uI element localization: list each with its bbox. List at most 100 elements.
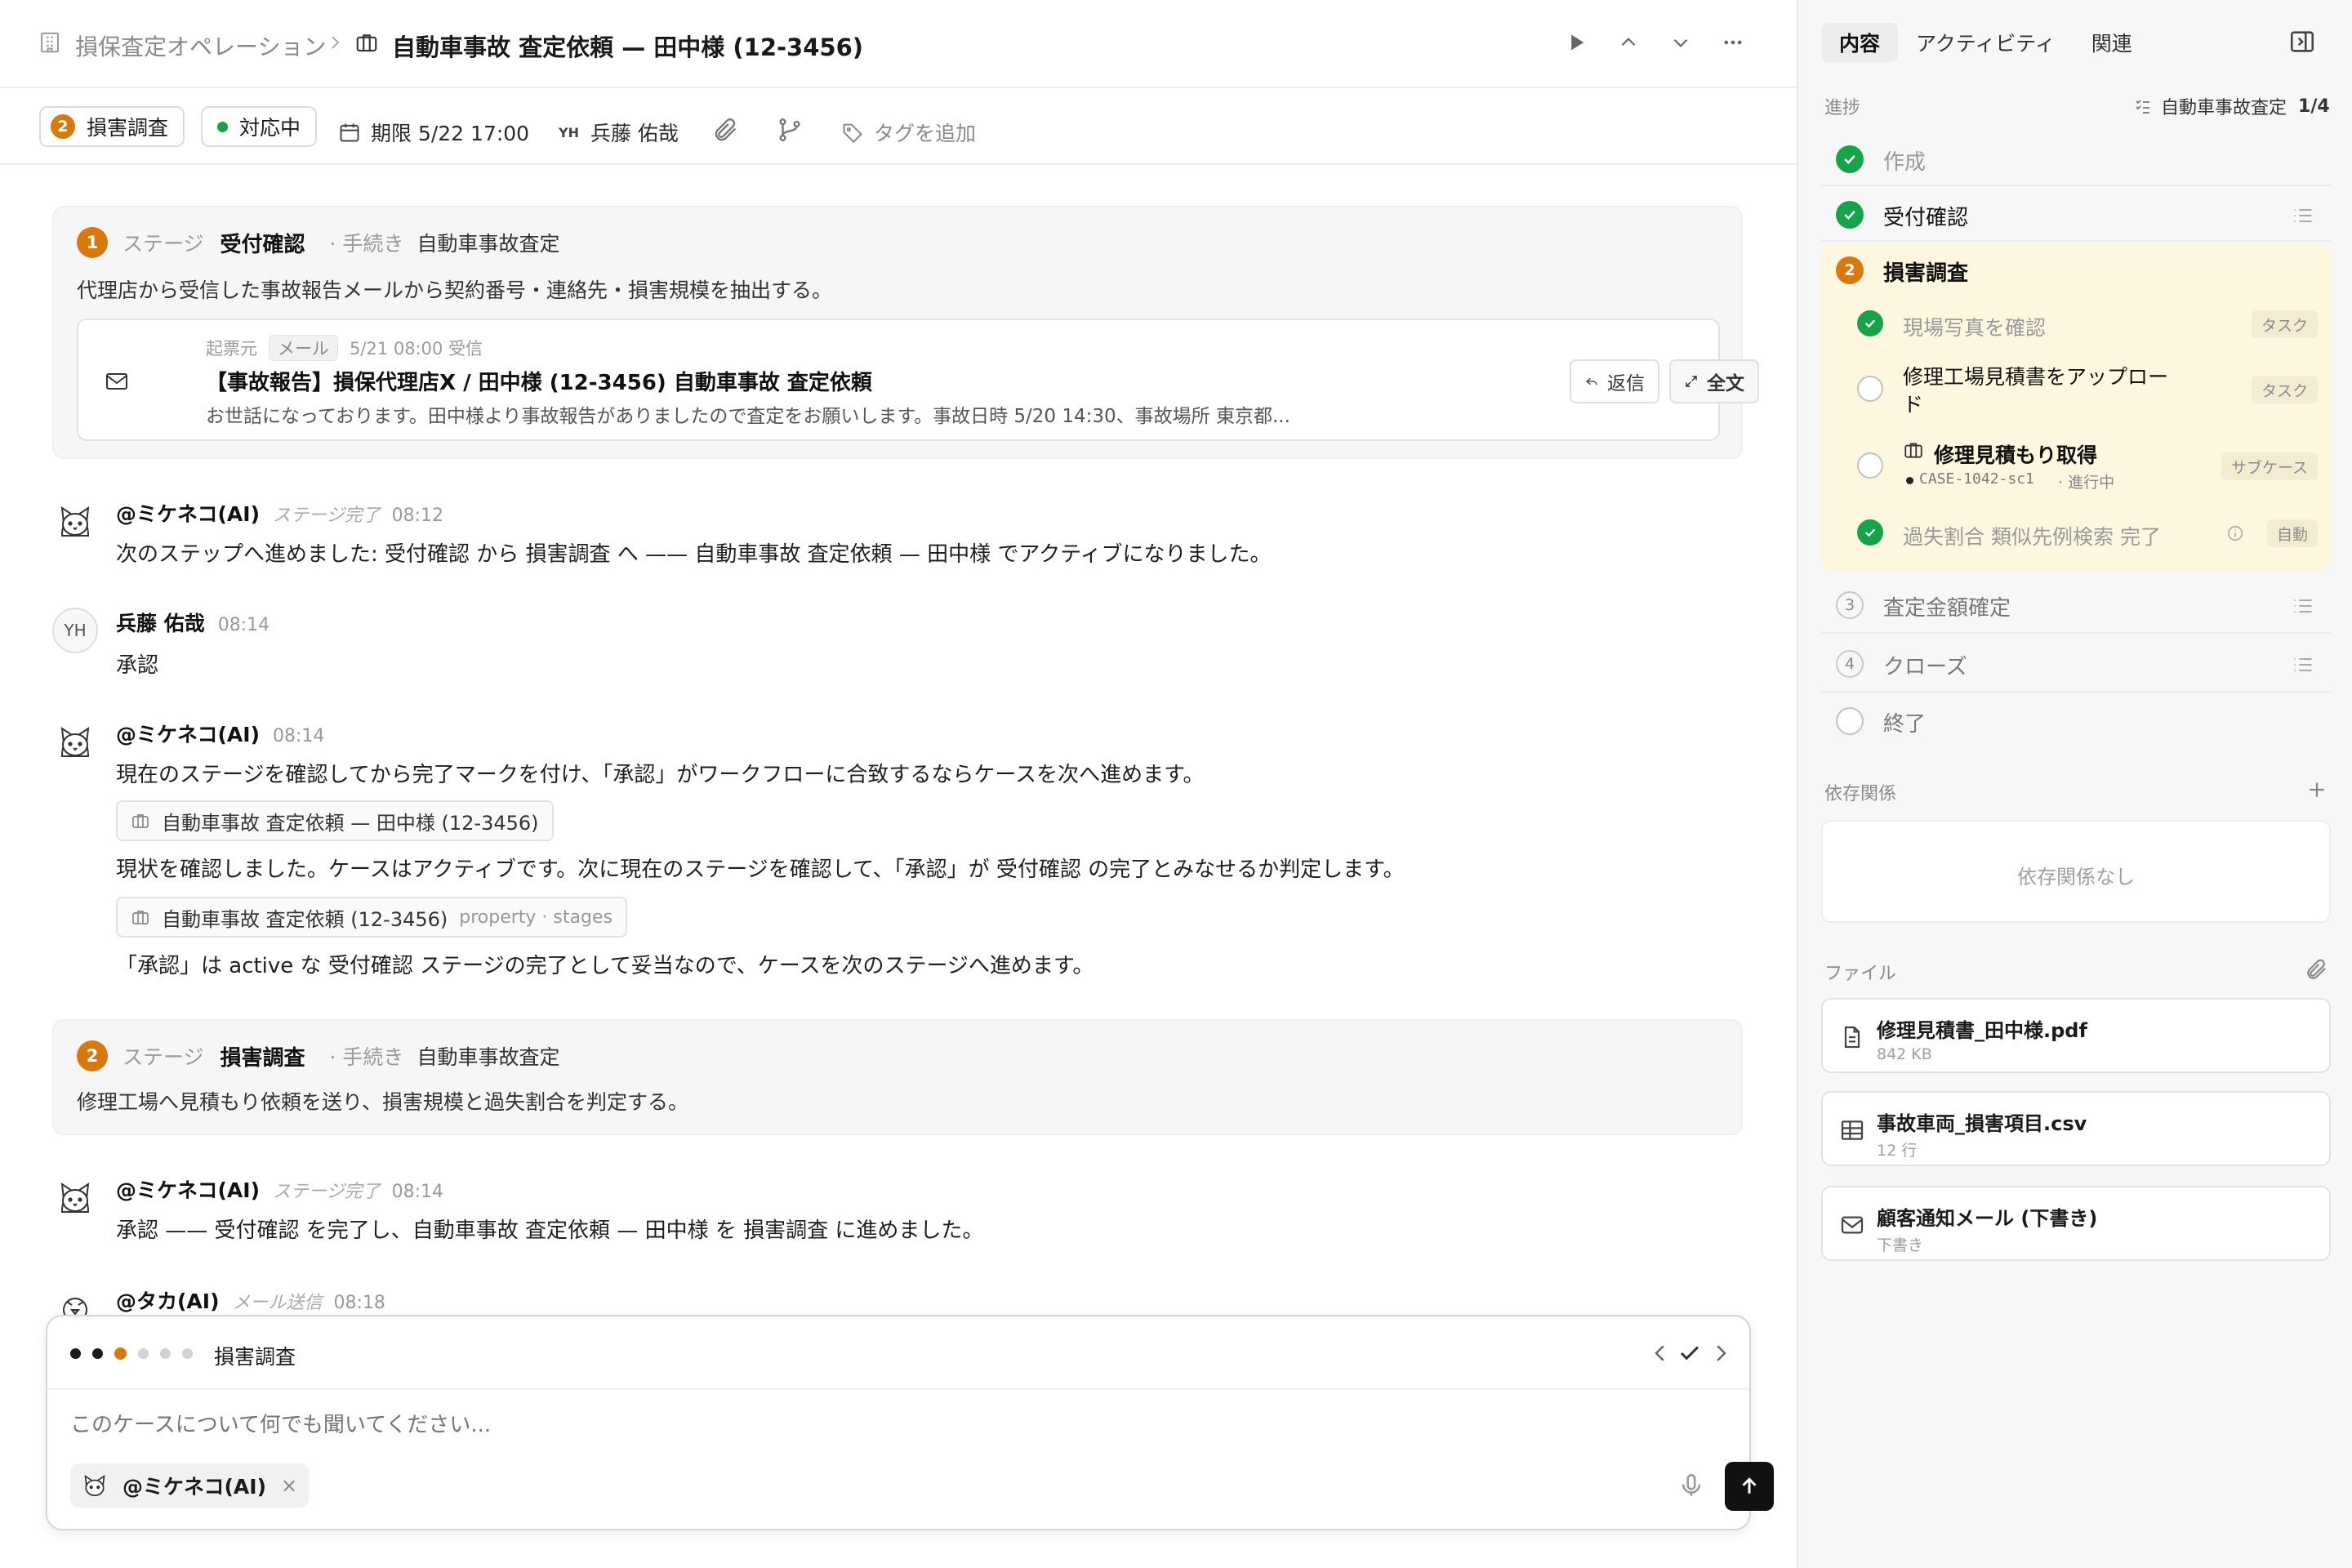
breadcrumb-root[interactable]: 損保査定オペレーション	[75, 29, 326, 62]
briefcase-icon	[132, 814, 149, 828]
subtask-type-tag: サブケース	[2221, 452, 2318, 480]
info-icon[interactable]	[2226, 524, 2244, 542]
agent-mention-chip[interactable]: @ミケネコ(AI) ×	[70, 1463, 310, 1508]
chevron-right-icon	[332, 36, 340, 49]
message-time: 08:14	[273, 726, 325, 746]
list-check-icon	[2136, 100, 2149, 114]
message-text: 承認 —— 受付確認 を完了し、自動車事故 査定依頼 — 田中様 を 損害調査 …	[116, 1218, 984, 1243]
add-tag-button[interactable]: タグを追加	[841, 118, 976, 147]
microphone-icon[interactable]	[1677, 1472, 1705, 1499]
message-item: @ミケネコ(AI) 08:14 現在のステージを確認してから完了マークを付け、「…	[52, 719, 1751, 980]
step-number-circle: 4	[1836, 650, 1864, 678]
active-stage-panel: 2 損害調査 現場写真を確認 タスク 修理工場見積書をアップロー ド タスク 修…	[1821, 245, 2331, 572]
message-text: 現在のステージを確認してから完了マークを付け、「承認」がワークフローに合致するな…	[116, 763, 1205, 787]
paperclip-icon[interactable]	[712, 116, 740, 144]
progress-step[interactable]: 終了	[1821, 693, 2331, 746]
tab-related[interactable]: 関連	[2074, 23, 2150, 62]
git-branch-icon[interactable]	[776, 116, 804, 144]
agent-chip-label: @ミケネコ(AI)	[122, 1475, 267, 1499]
tab-activity[interactable]: アクティビティ	[1898, 23, 2074, 62]
briefcase-icon	[132, 911, 149, 924]
panel-collapse-icon[interactable]	[2288, 28, 2316, 56]
check-icon[interactable]	[1677, 1341, 1702, 1365]
list-icon[interactable]	[2292, 204, 2314, 227]
send-button[interactable]	[1725, 1462, 1774, 1511]
list-icon[interactable]	[2292, 653, 2314, 676]
chevron-right-icon[interactable]	[1708, 1341, 1733, 1365]
more-button[interactable]	[1718, 28, 1748, 57]
step-label: 受付確認	[1883, 206, 1969, 230]
subtask-item[interactable]: 現場写真を確認 タスク	[1821, 302, 2331, 348]
subtask-label: 修理工場見積書をアップロー	[1903, 365, 2169, 389]
paperclip-icon[interactable]	[2305, 957, 2329, 982]
step-label: 損害調査	[1883, 261, 1969, 286]
plus-icon[interactable]	[2305, 777, 2329, 802]
check-circle-icon	[1857, 519, 1883, 546]
progress-step[interactable]: 3 査定金額確定	[1821, 577, 2331, 634]
reply-button[interactable]: 返信	[1570, 359, 1659, 403]
workflow-name: 自動車事故査定	[2161, 98, 2287, 118]
subtask-label-wrap: ド	[1903, 393, 1924, 416]
main-pane: 損保査定オペレーション 自動車事故 査定依頼 — 田中様 (12-3456) 2…	[0, 0, 1797, 1568]
email-received-time: 5/21 08:00 受信	[350, 339, 483, 359]
calendar-icon	[340, 123, 359, 142]
subcase-item[interactable]: 修理見積もり取得 CASE-1042-sc1 · 進行中 サブケース	[1821, 433, 2331, 498]
progress-step-active[interactable]: 2 損害調査	[1821, 245, 2331, 296]
message-header: @ミケネコ(AI) ステージ完了 08:12	[116, 498, 443, 528]
origin-email-card[interactable]: 起票元 メール 5/21 08:00 受信 【事故報告】損保代理店X / 田中様…	[77, 318, 1759, 441]
step-number-circle: 3	[1836, 591, 1864, 619]
prev-case-button[interactable]	[1614, 28, 1643, 57]
file-status: 下書き	[1877, 1236, 1924, 1254]
message-time: 08:12	[391, 506, 443, 526]
tab-content[interactable]: 内容	[1821, 23, 1899, 62]
message-author[interactable]: 兵藤 佑哉	[116, 608, 205, 637]
property-reference-chip[interactable]: 自動車事故 査定依頼 (12-3456) property · stages	[116, 897, 627, 938]
message-author[interactable]: @ミケネコ(AI)	[116, 1174, 260, 1204]
next-case-button[interactable]	[1666, 28, 1695, 57]
play-icon	[1571, 34, 1584, 51]
table-icon	[1841, 1120, 1864, 1140]
case-reference-chip[interactable]: 自動車事故 査定依頼 — 田中様 (12-3456)	[116, 800, 554, 841]
assignee[interactable]: YH 兵藤 佑哉	[559, 118, 679, 147]
remove-agent-button[interactable]: ×	[281, 1474, 297, 1497]
subtask-label: 現場写真を確認	[1903, 316, 2047, 340]
message-header: 兵藤 佑哉 08:14	[116, 608, 270, 637]
workflow-summary[interactable]: 自動車事故査定 1/4	[2133, 93, 2330, 119]
due-date[interactable]: 期限 5/22 17:00	[338, 118, 529, 147]
full-text-button[interactable]: 全文	[1669, 359, 1759, 403]
empty-circle-icon	[1857, 452, 1883, 479]
chat-input[interactable]	[70, 1413, 1540, 1437]
stage-dot-pending	[138, 1348, 149, 1359]
subtask-item[interactable]: 修理工場見積書をアップロー ド タスク	[1821, 356, 2331, 425]
message-author[interactable]: @ミケネコ(AI)	[116, 498, 260, 528]
procedure-word: · 手続き	[329, 1045, 404, 1069]
bird-avatar-icon	[63, 1298, 87, 1315]
file-item[interactable]: 事故車両_損害項目.csv 12 行	[1821, 1091, 2331, 1166]
message-kind: ステージ完了	[273, 1182, 381, 1202]
email-meta: 起票元 メール 5/21 08:00 受信	[206, 335, 483, 361]
file-item[interactable]: 修理見積書_田中様.pdf 842 KB	[1821, 998, 2331, 1073]
chip-label: 自動車事故 査定依頼 — 田中様 (12-3456)	[162, 811, 539, 835]
subtask-item[interactable]: 過失割合 類似先例検索 完了 自動	[1821, 511, 2331, 557]
file-item[interactable]: 顧客通知メール (下書き) 下書き	[1821, 1186, 2331, 1261]
message-author[interactable]: @ミケネコ(AI)	[116, 719, 260, 748]
full-text-label: 全文	[1707, 373, 1744, 394]
file-name: 顧客通知メール (下書き)	[1877, 1207, 2098, 1230]
stage-number-badge: 2	[51, 114, 75, 139]
chevron-left-icon[interactable]	[1648, 1341, 1673, 1365]
list-icon[interactable]	[2292, 595, 2314, 617]
progress-step[interactable]: 4 クローズ	[1821, 635, 2331, 693]
progress-step[interactable]: 受付確認	[1821, 186, 2331, 242]
status-pill[interactable]: 対応中	[201, 106, 318, 147]
composer-stage-name: 損害調査	[214, 1345, 296, 1369]
chip-label: 自動車事故 査定依頼 (12-3456)	[162, 907, 448, 931]
dependencies-empty: 依存関係なし	[2017, 866, 2135, 889]
message-item: @タカ(AI) メール送信 08:18	[52, 1285, 1751, 1315]
message-author[interactable]: @タカ(AI)	[116, 1285, 220, 1315]
stage-name: 損害調査	[220, 1045, 305, 1071]
reply-label: 返信	[1607, 373, 1645, 394]
stage-card-2: 2 ステージ 損害調査 · 手続き 自動車事故査定 修理工場へ見積もり依頼を送り…	[52, 1019, 1743, 1135]
run-button[interactable]	[1561, 28, 1591, 57]
progress-step[interactable]: 作成	[1821, 131, 2331, 186]
stage-pill[interactable]: 2 損害調査	[39, 106, 185, 147]
